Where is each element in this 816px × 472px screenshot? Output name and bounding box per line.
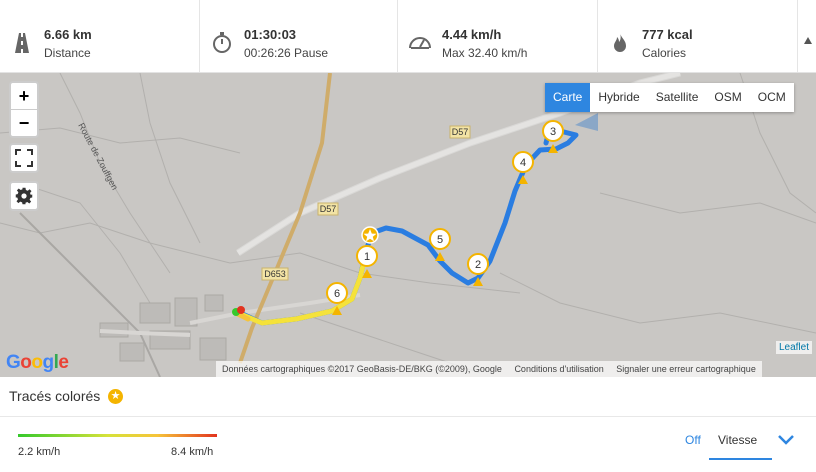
start-star-marker[interactable] [361, 226, 379, 244]
stat-label: 00:26:26 Pause [244, 46, 329, 60]
stopwatch-icon [213, 32, 231, 53]
gradient-min-label: 2.2 km/h [18, 446, 61, 458]
star-icon: ★ [108, 389, 123, 404]
layer-ocm-button[interactable]: OCM [750, 83, 794, 112]
map-layer-switcher: Carte Hybride Satellite OSM OCM [545, 83, 794, 112]
stat-value: 777 kcal [642, 27, 693, 42]
stat-label: Calories [642, 46, 687, 60]
google-logo[interactable]: Google [6, 352, 69, 374]
gradient-max-label: 8.4 km/h [171, 446, 214, 458]
road-label-d57: D57 [452, 127, 469, 137]
road-label-d57: D57 [320, 204, 337, 214]
marker-label: 3 [550, 126, 556, 138]
marker-label: 6 [334, 288, 340, 300]
stat-distance: 6.66 km Distance [0, 0, 200, 72]
km-marker-5[interactable]: 5 [429, 228, 451, 261]
stats-bar: 6.66 km Distance 01:30:03 00:26:26 Pause… [0, 0, 816, 73]
map-data-credit: Données cartographiques ©2017 GeoBasis-D… [222, 364, 502, 374]
stat-value: 4.44 km/h [442, 27, 502, 42]
leaflet-link[interactable]: Leaflet [775, 341, 812, 354]
stats-scroll-up-button[interactable] [800, 0, 816, 72]
layer-hybride-button[interactable]: Hybride [590, 83, 647, 112]
report-error-link[interactable]: Signaler une erreur cartographique [616, 364, 756, 374]
layer-carte-button[interactable]: Carte [545, 83, 591, 112]
road-label-zouffgen: Route de Zouffgen [76, 121, 120, 191]
zoom-in-button[interactable]: + [11, 83, 37, 109]
trace-metric-select[interactable]: Vitesse [709, 426, 772, 460]
gear-icon [15, 187, 33, 205]
speed-gradient-legend [18, 434, 217, 437]
fullscreen-button[interactable] [9, 143, 39, 173]
road-label-d653: D653 [264, 269, 286, 279]
stat-label: Max 32.40 km/h [442, 46, 528, 60]
speedometer-icon [409, 37, 431, 49]
stat-value: 6.66 km [44, 27, 92, 42]
layer-osm-button[interactable]: OSM [706, 83, 749, 112]
stat-value: 01:30:03 [244, 27, 297, 42]
chevron-down-icon[interactable] [776, 432, 796, 448]
caret-up-icon [804, 37, 812, 44]
stat-duration: 01:30:03 00:26:26 Pause [200, 0, 398, 72]
marker-label: 5 [437, 234, 443, 246]
flame-icon [614, 33, 626, 52]
marker-label: 1 [364, 251, 370, 263]
zoom-out-button[interactable]: − [11, 109, 37, 136]
terms-link[interactable]: Conditions d'utilisation [514, 364, 603, 374]
map-attribution: Données cartographiques ©2017 GeoBasis-D… [216, 361, 762, 377]
marker-label: 2 [475, 259, 481, 271]
trace-metric-value: Vitesse [718, 433, 758, 447]
marker-label: 4 [520, 157, 526, 169]
route-map[interactable]: 1 2 3 4 5 6 D57 D57 D653 Route de Zouffg… [0, 73, 816, 377]
map-canvas: 1 2 3 4 5 6 D57 D57 D653 Route de Zouffg… [0, 73, 816, 377]
stat-speed: 4.44 km/h Max 32.40 km/h [398, 0, 598, 72]
km-marker-4[interactable]: 4 [512, 151, 534, 184]
road-icon [15, 33, 29, 53]
stat-calories: 777 kcal Calories [598, 0, 798, 72]
fullscreen-icon [15, 149, 33, 167]
divider [0, 416, 816, 417]
traces-off-link[interactable]: Off [685, 433, 701, 447]
zoom-control: + − [9, 81, 39, 138]
settings-button[interactable] [9, 181, 39, 211]
layer-satellite-button[interactable]: Satellite [648, 83, 707, 112]
stat-label: Distance [44, 46, 91, 60]
colored-traces-title: Tracés colorés [9, 388, 101, 404]
